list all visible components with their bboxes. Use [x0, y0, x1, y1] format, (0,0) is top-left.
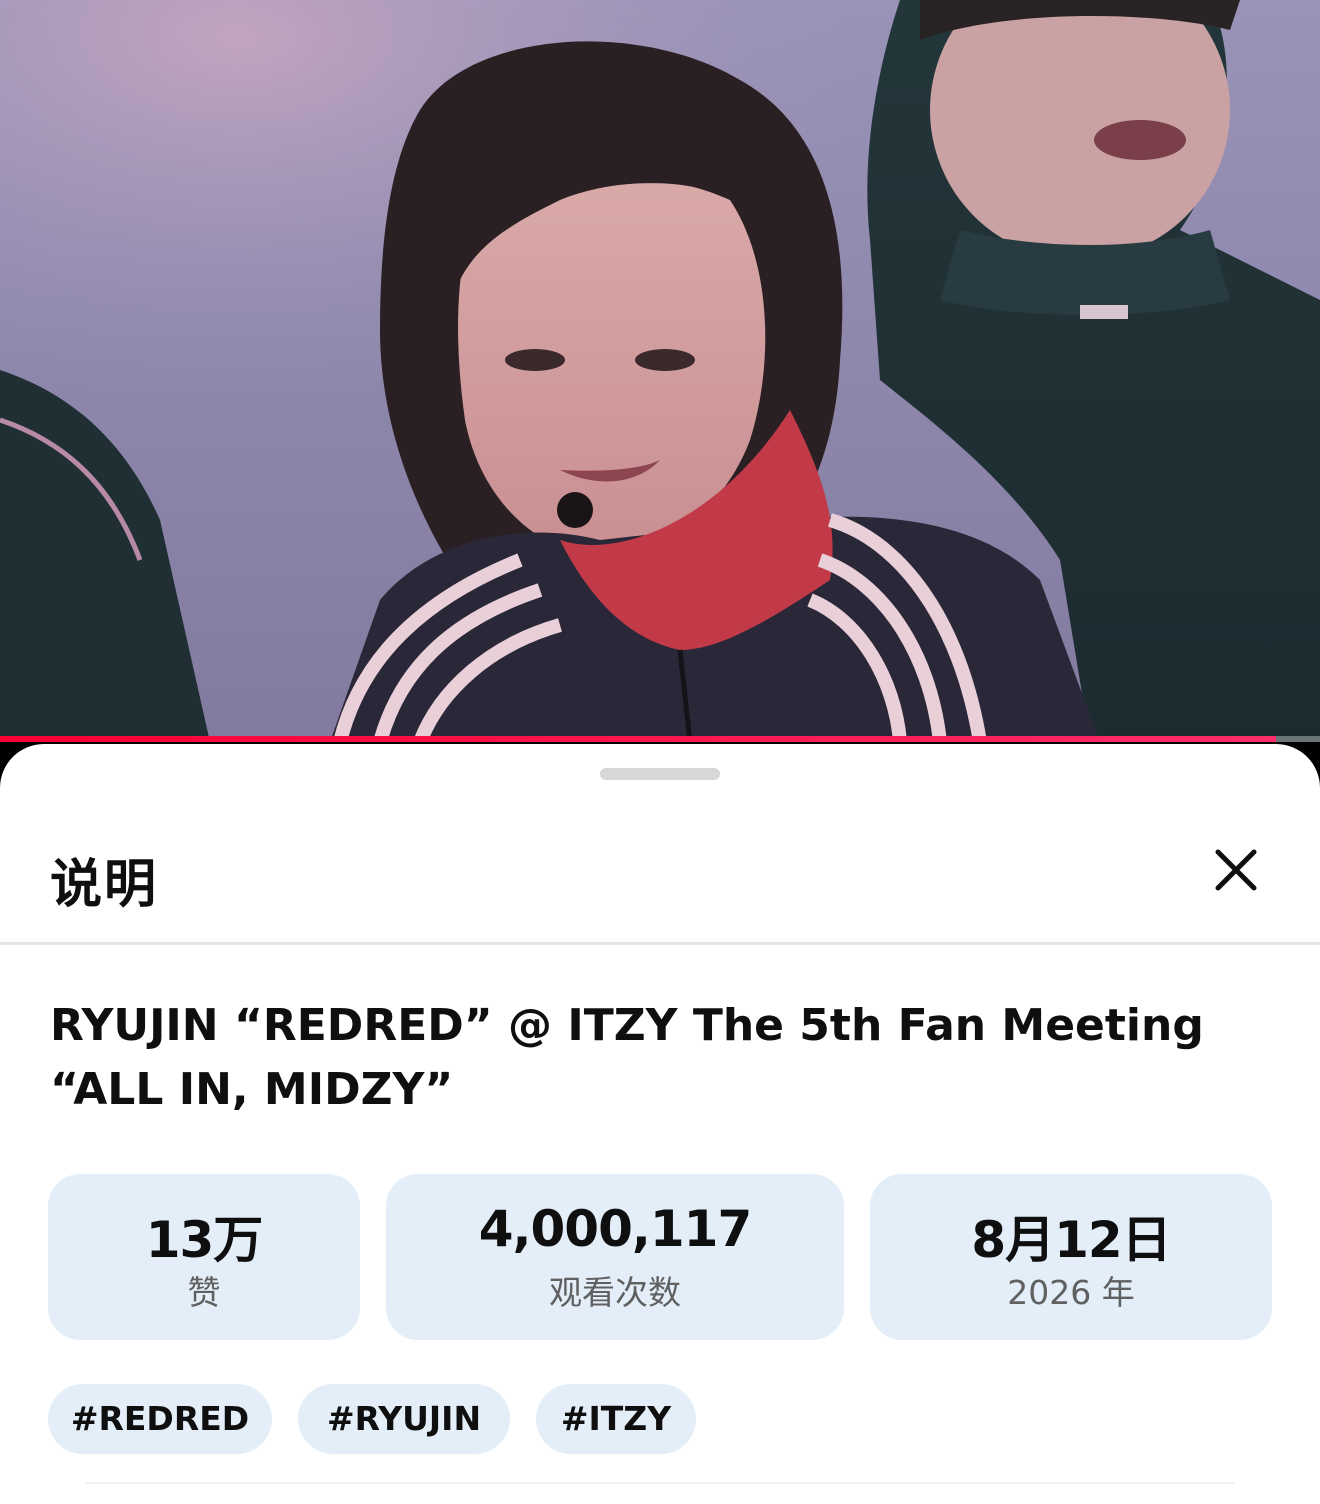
drag-handle[interactable] — [600, 768, 720, 780]
hashtag-chip[interactable]: #REDRED — [48, 1384, 272, 1454]
stat-likes-label: 赞 — [187, 1273, 221, 1312]
hashtag-chip[interactable]: #RYUJIN — [298, 1384, 510, 1454]
stat-likes-value: 13万 — [145, 1211, 264, 1269]
stat-views-value: 4,000,117 — [478, 1200, 753, 1258]
close-icon — [1215, 849, 1257, 891]
video-title: RYUJIN “REDRED” @ ITZY The 5th Fan Meeti… — [50, 1000, 1204, 1115]
stat-views: 4,000,117 观看次数 — [386, 1174, 844, 1340]
progress-bar[interactable] — [0, 736, 1320, 742]
video-player[interactable] — [0, 0, 1320, 742]
stat-date: 8月12日 2026 年 — [870, 1174, 1272, 1340]
stat-views-label: 观看次数 — [549, 1273, 681, 1312]
stat-date-value: 8月12日 — [971, 1211, 1171, 1269]
stats-row: 13万 赞 4,000,117 观看次数 8月12日 2026 年 — [48, 1174, 1272, 1340]
sheet-title: 说明 — [50, 855, 159, 915]
header-divider — [0, 942, 1320, 945]
stat-likes: 13万 赞 — [48, 1174, 360, 1340]
section-divider — [86, 1482, 1234, 1484]
description-sheet: 说明 RYUJIN “REDRED” @ ITZY The 5th Fan Me… — [0, 744, 1320, 1504]
video-frame-image — [0, 0, 1320, 742]
progress-bar-fill — [0, 736, 1277, 742]
stat-date-label: 2026 年 — [1007, 1273, 1135, 1312]
sheet-header: 说明 — [0, 806, 1320, 942]
hashtag-chip[interactable]: #ITZY — [536, 1384, 696, 1454]
close-button[interactable] — [1196, 830, 1276, 910]
